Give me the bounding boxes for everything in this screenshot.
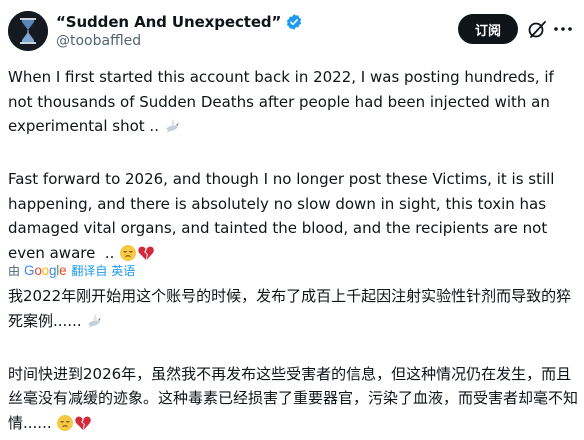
broken-heart-emoji xyxy=(137,244,155,270)
grok-icon[interactable] xyxy=(527,19,547,43)
avatar[interactable] xyxy=(8,11,48,51)
google-logo: Google xyxy=(24,262,67,278)
author-name-row[interactable]: “Sudden And Unexpected” xyxy=(56,12,303,32)
translated-text: 我2022年刚开始用这个账号的时候，发布了成百上千起因注射实验性针剂而导致的猝死… xyxy=(8,284,580,439)
tweet-text: When I first started this account back i… xyxy=(8,65,576,269)
pensive-face-emoji xyxy=(56,414,74,440)
subscribe-button[interactable]: 订阅 xyxy=(458,14,518,44)
tweet-paragraph-1: When I first started this account back i… xyxy=(8,68,559,135)
author-display-name[interactable]: “Sudden And Unexpected” xyxy=(56,13,281,31)
more-options-icon[interactable] xyxy=(553,21,573,41)
verified-badge-icon[interactable] xyxy=(285,13,303,31)
tweet-paragraph-2: Fast forward to 2026, and though I no lo… xyxy=(8,170,560,262)
translated-from-english-link[interactable]: 翻译自 英语 xyxy=(71,262,135,279)
author-handle[interactable]: @toobaffled xyxy=(56,33,141,49)
broken-heart-emoji xyxy=(74,414,92,440)
translated-by-label: 由 xyxy=(8,263,21,278)
translation-attribution: 由 Google 翻译自 英语 xyxy=(8,261,135,279)
dove-icon xyxy=(86,312,104,338)
dove-icon xyxy=(164,117,182,143)
translated-paragraph-2: 时间快进到2026年，虽然我不再发布这些受害者的信息，但这种情况仍在发生，而且丝… xyxy=(8,364,579,432)
